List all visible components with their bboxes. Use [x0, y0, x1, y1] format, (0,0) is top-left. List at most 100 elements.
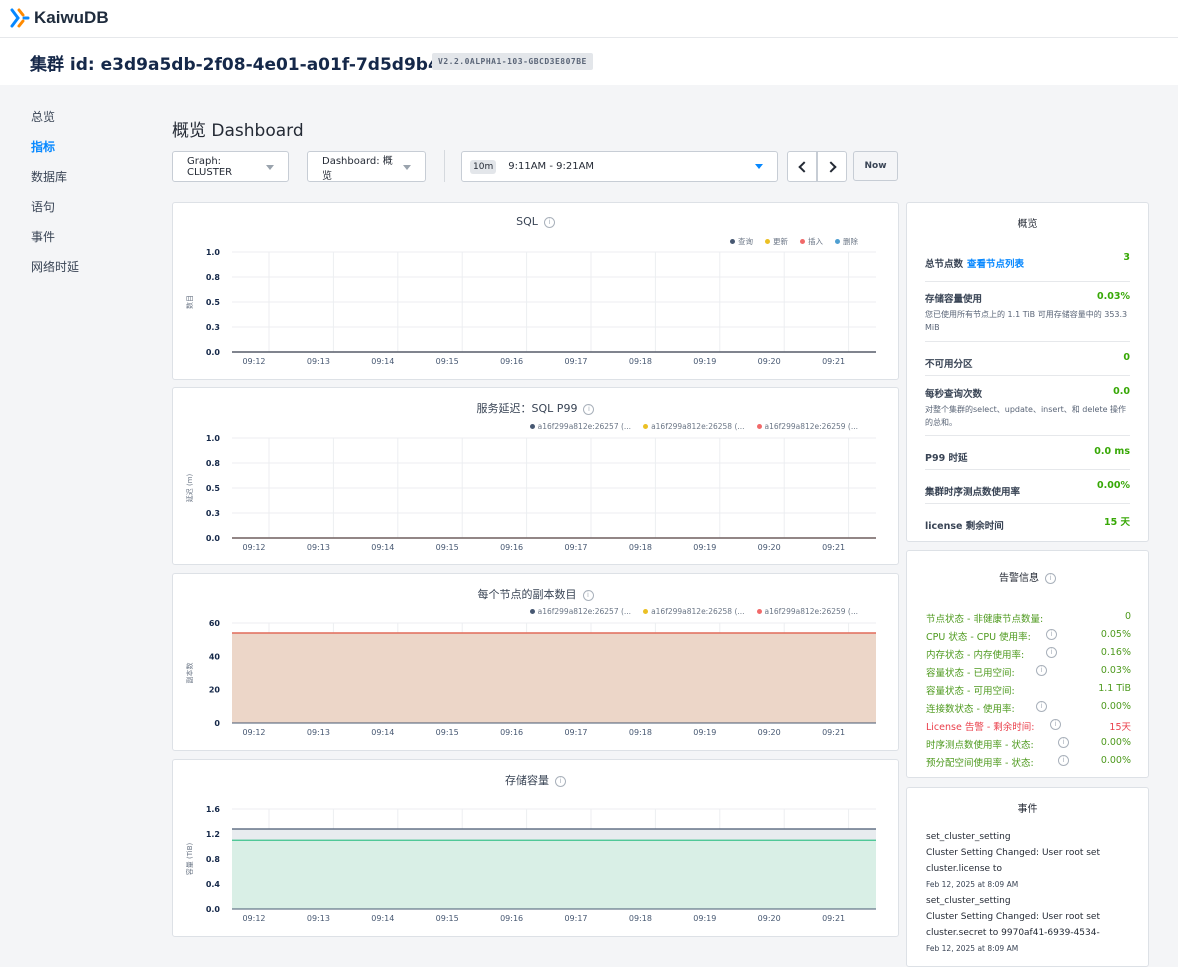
y-axis-label: 数目	[185, 295, 194, 309]
info-icon[interactable]: i	[1036, 665, 1047, 676]
x-tick-label: 09:17	[564, 543, 587, 552]
info-icon[interactable]: i	[1058, 755, 1069, 766]
x-tick-label: 09:18	[629, 728, 652, 737]
area-fill	[232, 840, 876, 909]
event-time: Feb 12, 2025 at 8:09 AM	[926, 880, 1019, 889]
nodes-value: 3	[1123, 252, 1130, 263]
event-item[interactable]: set_cluster_setting Cluster Setting Chan…	[926, 829, 1129, 893]
info-icon[interactable]: i	[1058, 737, 1069, 748]
x-tick-label: 09:18	[629, 914, 652, 923]
chart-title-text: 每个节点的副本数目	[477, 588, 577, 601]
legend-item[interactable]: 查询	[730, 236, 753, 247]
time-range-label: 9:11AM - 9:21AM	[508, 161, 595, 172]
time-range-select[interactable]: 10m 9:11AM - 9:21AM	[461, 151, 778, 182]
event-item[interactable]: set_cluster_setting Cluster Setting Chan…	[926, 893, 1129, 957]
x-tick-label: 09:17	[564, 914, 587, 923]
nodes-label: 总节点数	[925, 259, 964, 270]
alert-label: 内存状态 - 内存使用率:	[926, 650, 1025, 661]
x-tick-label: 09:12	[242, 543, 265, 552]
alert-value: 0.16%	[1100, 647, 1131, 658]
graph-select-label: Graph: CLUSTER	[187, 155, 233, 178]
y-tick-label: 0.0	[206, 348, 221, 357]
event-title: set_cluster_setting	[926, 832, 1011, 842]
y-tick-label: 20	[209, 686, 221, 695]
view-nodes-link[interactable]: 查看节点列表	[967, 259, 1024, 270]
legend-item[interactable]: 更新	[765, 236, 788, 247]
chart-title: SQL i	[173, 215, 898, 228]
alert-value: 0	[1124, 611, 1131, 622]
info-icon[interactable]: i	[582, 590, 594, 601]
x-tick-label: 09:21	[822, 543, 845, 552]
alert-label: 容量状态 - 可用空间:	[926, 686, 1015, 697]
x-tick-label: 09:20	[758, 543, 781, 552]
brand-name: KaiwuDB	[34, 8, 109, 27]
dashboard-select[interactable]: Dashboard: 概览	[307, 151, 426, 182]
p99-label: P99 时延	[925, 453, 968, 464]
sidebar-item-overview[interactable]: 总览	[31, 110, 79, 140]
legend-item[interactable]: 插入	[800, 236, 823, 247]
x-tick-label: 09:19	[693, 914, 716, 923]
sidebar-item-metrics[interactable]: 指标	[31, 140, 79, 170]
chart-title: 服务延迟：SQL P99 i	[173, 400, 898, 416]
legend-item[interactable]: a16f299a812e:26259 (...	[756, 422, 858, 431]
x-tick-label: 09:15	[436, 914, 459, 923]
time-prev-button[interactable]	[787, 151, 817, 182]
info-icon[interactable]: i	[1036, 701, 1047, 712]
y-tick-label: 1.2	[206, 830, 220, 839]
brand-logo[interactable]: KaiwuDB	[10, 7, 109, 29]
alerts-title: 告警信息 i	[907, 569, 1148, 584]
legend-item[interactable]: a16f299a812e:26259 (...	[756, 607, 858, 616]
x-tick-label: 09:13	[307, 357, 330, 366]
legend-dot	[529, 424, 535, 429]
legend-item[interactable]: a16f299a812e:26258 (...	[643, 607, 745, 616]
info-icon[interactable]: i	[1050, 719, 1061, 730]
alert-row: 容量状态 - 已用空间: i 0.03%	[926, 665, 1131, 683]
x-tick-label: 09:12	[242, 914, 265, 923]
legend-item[interactable]: 删除	[835, 236, 858, 247]
alerts-card: 告警信息 i 节点状态 - 非健康节点数量: 0 CPU 状态 - CPU 使用率:…	[906, 550, 1149, 778]
event-time: Feb 12, 2025 at 8:09 AM	[926, 944, 1019, 953]
x-tick-label: 09:15	[436, 357, 459, 366]
legend-label: a16f299a812e:26259 (...	[764, 422, 858, 431]
sidebar-item-network-latency[interactable]: 网络时延	[31, 260, 79, 290]
p99-value: 0.0 ms	[1094, 446, 1130, 457]
chart-title-text: 存储容量	[505, 774, 549, 787]
now-button[interactable]: Now	[853, 151, 898, 181]
chart-panel-sql: 1.0 0.8 0.5 0.3 0.0 09:12 09:13 09:14 09:15 09:16…	[172, 202, 899, 380]
x-tick-label: 09:19	[693, 728, 716, 737]
x-tick-label: 09:16	[500, 914, 523, 923]
x-tick-label: 09:16	[500, 543, 523, 552]
legend-label: a16f299a812e:26258 (...	[651, 607, 745, 616]
alert-label: CPU 状态 - CPU 使用率:	[926, 632, 1031, 643]
graph-select[interactable]: Graph: CLUSTER	[172, 151, 289, 182]
legend-dot	[643, 609, 649, 614]
legend-item[interactable]: a16f299a812e:26258 (...	[643, 422, 745, 431]
info-icon[interactable]: i	[1045, 573, 1056, 584]
alert-row: CPU 状态 - CPU 使用率: i 0.05%	[926, 629, 1131, 647]
info-icon[interactable]: i	[583, 404, 595, 415]
sidebar-item-statements[interactable]: 语句	[31, 200, 79, 230]
overview-p99-row: P99 时延 0.0 ms	[925, 436, 1130, 470]
legend-label: a16f299a812e:26257 (...	[537, 607, 632, 616]
legend-item[interactable]: a16f299a812e:26257 (...	[529, 422, 631, 431]
time-next-button[interactable]	[817, 151, 847, 182]
info-icon[interactable]: i	[1046, 629, 1057, 640]
x-tick-label: 09:20	[758, 357, 781, 366]
x-tick-label: 09:18	[629, 357, 652, 366]
x-tick-label: 09:14	[371, 357, 394, 366]
alert-label: 容量状态 - 已用空间:	[926, 668, 1015, 679]
info-icon[interactable]: i	[1046, 647, 1057, 658]
sidebar-item-events[interactable]: 事件	[31, 230, 79, 260]
area-fill	[232, 633, 876, 723]
chart-panel-sql-p99: 1.0 0.8 0.5 0.3 0.0 09:12 09:13 09:14 09:15 09:16…	[172, 387, 899, 565]
x-tick-label: 09:12	[242, 728, 265, 737]
unavail-label: 不可用分区	[925, 359, 973, 370]
sidebar-item-databases[interactable]: 数据库	[31, 170, 79, 200]
alert-value: 0.00%	[1100, 701, 1131, 712]
legend-item[interactable]: a16f299a812e:26257 (...	[529, 607, 632, 616]
info-icon[interactable]: i	[543, 217, 555, 228]
overview-card: 概览 总节点数 查看节点列表 3 存储容量使用 0.03% 您已使用所有节点上的 …	[906, 202, 1149, 542]
storage-desc: 您已使用所有节点上的 1.1 TiB 可用存储容量中的 353.3 MiB	[925, 310, 1128, 332]
info-icon[interactable]: i	[555, 776, 566, 787]
unavail-value: 0	[1123, 352, 1130, 363]
